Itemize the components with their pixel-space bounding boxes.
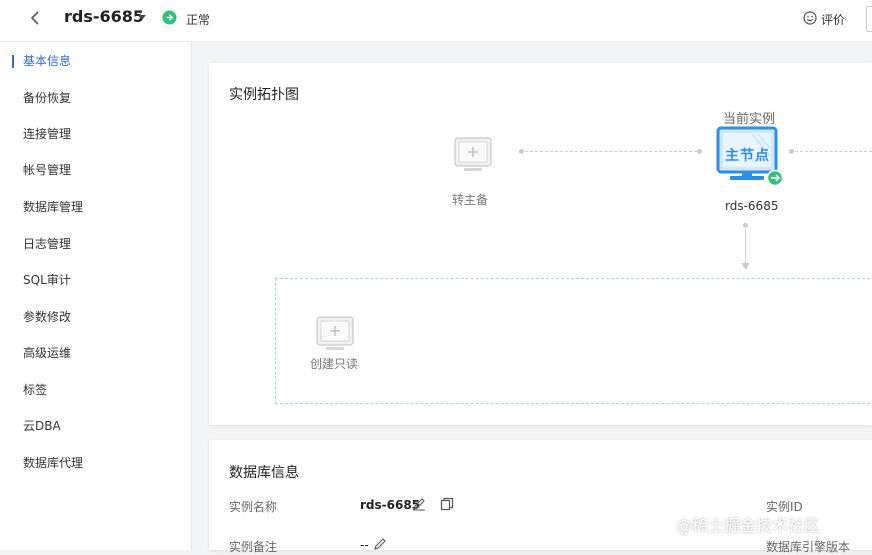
sidebar-item-label: 日志管理 xyxy=(23,237,72,251)
sidebar-item-sql-audit[interactable]: SQL审计 xyxy=(0,268,190,292)
watermark: @稀土掘金技术社区 xyxy=(676,516,821,535)
edit-icon[interactable] xyxy=(412,497,426,511)
sidebar-item-cloud-dba[interactable]: 云DBA xyxy=(0,414,190,438)
current-instance-label: 当前实例 xyxy=(723,112,776,127)
instance-name-label: 实例名称 xyxy=(229,500,278,514)
rate-label: 评价 xyxy=(821,13,846,27)
add-readonly-button[interactable] xyxy=(316,316,354,354)
smile-icon xyxy=(803,11,817,25)
primary-node-badge: 主节点 xyxy=(725,148,770,164)
sidebar-item-label: 数据库管理 xyxy=(23,200,84,214)
sidebar-item-db-proxy[interactable]: 数据库代理 xyxy=(0,451,190,475)
top-bar: rds-6685 正常 评价 xyxy=(0,0,872,42)
edit-icon[interactable] xyxy=(373,537,387,551)
sidebar-item-advanced-ops[interactable]: 高级运维 xyxy=(0,341,190,365)
readonly-label: 创建只读 xyxy=(310,357,359,371)
sidebar-item-label: 云DBA xyxy=(23,419,61,433)
connector-dot xyxy=(789,149,794,154)
connector-line xyxy=(795,151,872,152)
top-action-button[interactable] xyxy=(866,6,872,32)
instance-remark-label: 实例备注 xyxy=(229,540,278,554)
back-arrow-icon[interactable] xyxy=(26,8,46,28)
sidebar-item-backup[interactable]: 备份恢复 xyxy=(0,86,190,110)
sidebar-item-label: 高级运维 xyxy=(23,346,72,360)
connector-dot xyxy=(519,149,524,154)
sidebar-item-tags[interactable]: 标签 xyxy=(0,378,190,402)
readonly-zone xyxy=(275,278,872,404)
copy-icon[interactable] xyxy=(440,497,454,511)
status-ok-icon xyxy=(162,10,177,25)
sidebar-item-parameters[interactable]: 参数修改 xyxy=(0,305,190,329)
sidebar-item-basic-info[interactable]: 基本信息 xyxy=(0,49,190,73)
sidebar-item-logs[interactable]: 日志管理 xyxy=(0,232,190,256)
sidebar-item-connection[interactable]: 连接管理 xyxy=(0,122,190,146)
db-info-title: 数据库信息 xyxy=(229,465,299,481)
connector-line xyxy=(525,151,697,152)
standby-label: 转主备 xyxy=(452,193,489,207)
sidebar-item-label: 帐号管理 xyxy=(23,163,72,177)
instance-name: rds-6685 xyxy=(64,7,145,26)
arrow-down-icon xyxy=(741,263,750,270)
caret-down-icon[interactable] xyxy=(136,11,148,23)
sidebar-item-accounts[interactable]: 帐号管理 xyxy=(0,158,190,182)
topology-card: 实例拓扑图 转主备 当前实例 主节点 rds-6685 创建只读 xyxy=(209,63,872,425)
sidebar-item-label: 数据库代理 xyxy=(23,456,84,470)
topology-title: 实例拓扑图 xyxy=(229,87,299,103)
sidebar-item-databases[interactable]: 数据库管理 xyxy=(0,195,190,219)
sidebar-item-label: 备份恢复 xyxy=(23,91,72,105)
sidebar-item-label: 标签 xyxy=(23,383,48,397)
connector-dot xyxy=(743,223,748,228)
sidebar: 基本信息 备份恢复 连接管理 帐号管理 数据库管理 日志管理 SQL审计 参数修… xyxy=(0,42,192,550)
sidebar-item-label: 参数修改 xyxy=(23,310,72,324)
sidebar-item-label: SQL审计 xyxy=(23,273,71,287)
sidebar-item-label: 连接管理 xyxy=(23,127,72,141)
connector-line xyxy=(745,229,746,265)
engine-version-label: 数据库引擎版本 xyxy=(766,540,851,554)
primary-instance-name: rds-6685 xyxy=(725,199,779,213)
add-standby-button[interactable] xyxy=(454,137,492,175)
sidebar-item-label: 基本信息 xyxy=(23,54,72,68)
status-text: 正常 xyxy=(186,13,211,27)
connector-dot xyxy=(697,149,702,154)
